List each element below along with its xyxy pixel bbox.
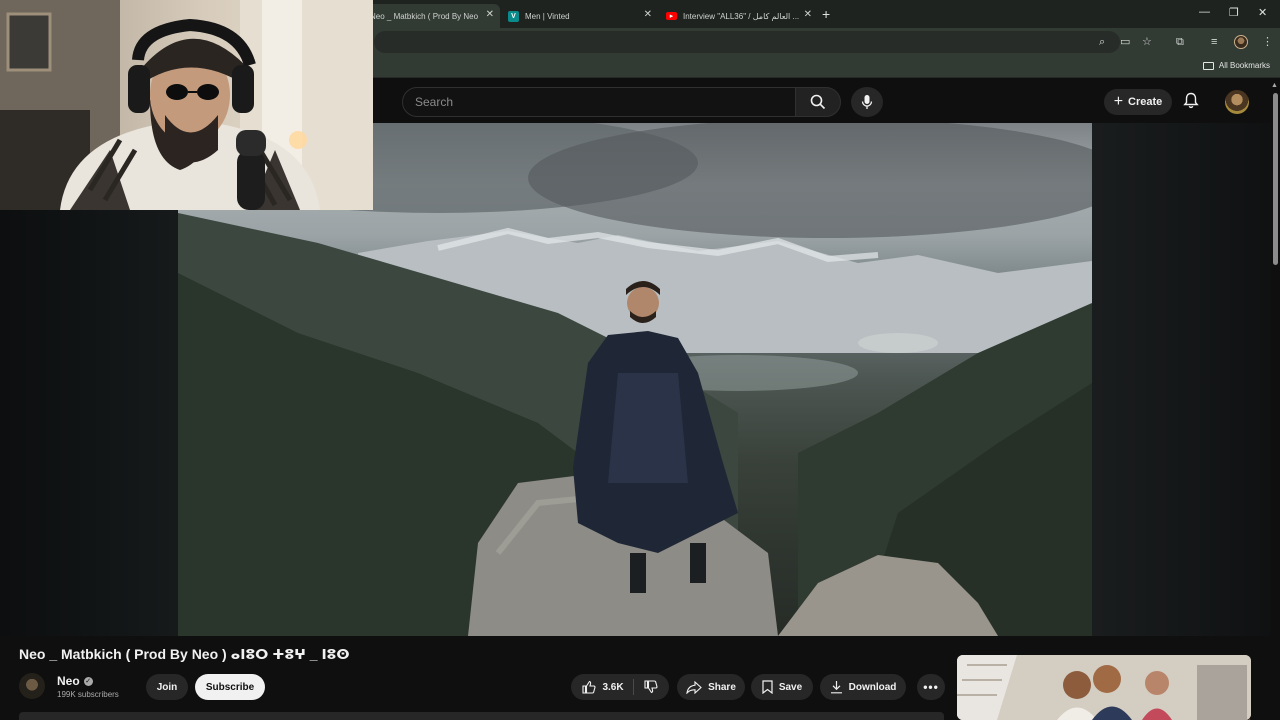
tab-vinted[interactable]: V Men | Vinted ✕ (500, 4, 658, 28)
search-input[interactable]: Search (402, 87, 796, 117)
tab-title: Interview "ALL36" / العالم كامل ... (683, 11, 800, 21)
channel-avatar[interactable] (19, 673, 45, 699)
channel-name-link[interactable]: Neo ✓ (57, 674, 93, 688)
channel-name: Neo (57, 674, 80, 688)
thumbs-up-icon (582, 680, 596, 694)
page-scrollbar[interactable]: ▲ (1270, 79, 1280, 720)
scrollbar-thumb[interactable] (1273, 93, 1278, 265)
tab-neo-matbkich[interactable]: Neo _ Matbkich ( Prod By Neo ✕ (362, 4, 500, 28)
more-vert-icon[interactable]: ⋮ (1262, 35, 1273, 49)
search-button[interactable] (795, 87, 841, 117)
more-horiz-icon: ••• (923, 680, 939, 694)
close-icon[interactable]: ✕ (644, 9, 652, 20)
download-label: Download (848, 681, 897, 693)
star-icon[interactable]: ☆ (1142, 35, 1152, 49)
thumbnail-image (957, 655, 1251, 720)
player-letterbox-right (1092, 123, 1270, 636)
close-icon[interactable]: ✕ (486, 9, 494, 20)
more-actions-button[interactable]: ••• (917, 674, 945, 700)
like-button[interactable]: 3.6K (575, 674, 631, 700)
all-bookmarks-button[interactable]: All Bookmarks (1202, 61, 1270, 70)
download-button[interactable]: Download (820, 674, 906, 700)
share-arrow-icon (686, 680, 702, 694)
plus-icon[interactable]: + (822, 6, 830, 22)
tab-title: Men | Vinted (525, 11, 570, 21)
create-button[interactable]: + Create (1104, 89, 1172, 115)
description-box-edge (19, 712, 944, 720)
youtube-favicon-icon: ▸ (666, 12, 677, 20)
thumbs-down-icon (644, 680, 658, 694)
plus-icon: + (1113, 93, 1124, 110)
recommended-video-thumbnail[interactable] (957, 655, 1251, 720)
tab-interview[interactable]: ▸ Interview "ALL36" / العالم كامل ... ✕ (658, 4, 818, 28)
like-count: 3.6K (602, 681, 624, 693)
minimize-icon[interactable]: — (1199, 6, 1210, 18)
save-label: Save (778, 681, 803, 693)
notifications-bell-icon[interactable] (1183, 92, 1199, 109)
profile-avatar[interactable] (1234, 35, 1248, 49)
search-icon (810, 94, 826, 110)
subscribe-button[interactable]: Subscribe (195, 674, 265, 700)
verified-badge-icon: ✓ (83, 676, 93, 686)
download-icon (830, 681, 842, 694)
microphone-icon (861, 95, 873, 109)
account-avatar[interactable] (1225, 90, 1249, 114)
extensions-icon[interactable]: ⧉ (1176, 35, 1184, 49)
join-button[interactable]: Join (146, 674, 188, 700)
zoom-icon[interactable]: ⌕ (1099, 35, 1105, 49)
create-label: Create (1128, 96, 1163, 108)
subscriber-count: 199K subscribers (57, 690, 119, 699)
address-bar[interactable] (374, 31, 1120, 53)
media-control-icon[interactable]: ≡ (1211, 35, 1217, 49)
folder-icon (1202, 61, 1214, 70)
share-button[interactable]: Share (677, 674, 745, 700)
bookmark-icon (762, 680, 773, 694)
voice-search-button[interactable] (851, 87, 883, 117)
cast-icon[interactable]: ▭ (1120, 35, 1130, 49)
share-label: Share (708, 681, 736, 693)
webcam-overlay (0, 0, 373, 210)
subscribe-label: Subscribe (205, 681, 255, 693)
save-button[interactable]: Save (751, 674, 813, 700)
close-icon[interactable]: ✕ (804, 9, 812, 20)
vinted-favicon-icon: V (508, 10, 519, 22)
close-window-icon[interactable]: ✕ (1258, 6, 1267, 19)
restore-icon[interactable]: ❐ (1229, 6, 1239, 19)
like-dislike-divider (633, 679, 634, 695)
video-title: Neo _ Matbkich ( Prod By Neo ) ⴰⵏⵓⵔ ⵜⵓⵖ … (19, 646, 350, 662)
search-placeholder: Search (415, 95, 454, 109)
webcam-image (0, 0, 373, 210)
scroll-up-arrow-icon[interactable]: ▲ (1271, 82, 1278, 89)
tab-title: Neo _ Matbkich ( Prod By Neo (370, 11, 479, 21)
dislike-button[interactable] (636, 674, 666, 700)
all-bookmarks-label: All Bookmarks (1218, 61, 1270, 70)
join-label: Join (156, 681, 178, 693)
